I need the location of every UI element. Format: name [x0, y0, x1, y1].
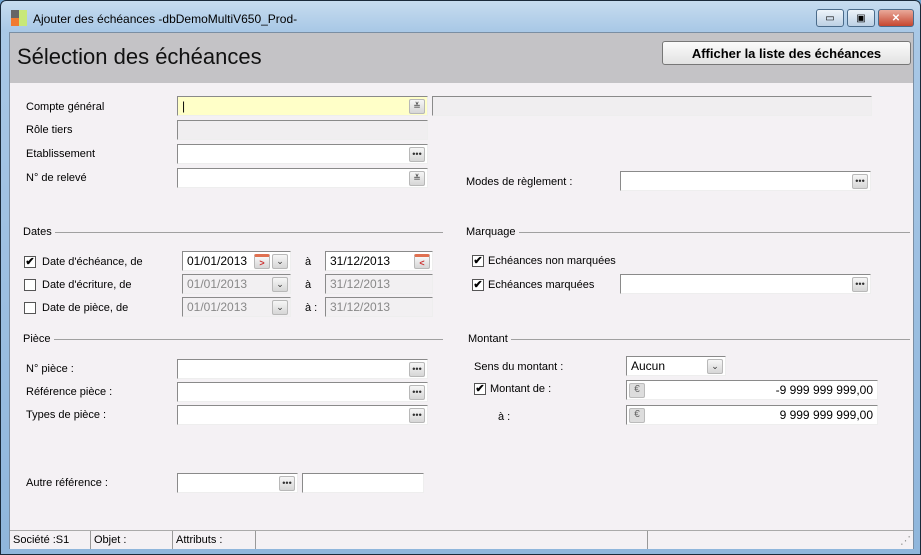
- types-piece-label: Types de pièce :: [26, 409, 107, 421]
- chevron-down-icon: ⌄: [272, 277, 288, 292]
- dates-title: Dates: [23, 226, 52, 238]
- close-button[interactable]: ✕: [878, 9, 914, 27]
- date-piece-from: 01/01/2013 ⌄: [182, 297, 291, 317]
- marquees-label: Echéances marquées: [488, 279, 595, 291]
- calendar-prev-icon[interactable]: <: [414, 254, 430, 269]
- releve-input[interactable]: ≚: [177, 168, 428, 188]
- modes-reglement-label: Modes de règlement :: [466, 176, 573, 188]
- show-list-button[interactable]: Afficher la liste des échéances: [662, 41, 911, 65]
- modes-reglement-input[interactable]: •••: [620, 171, 871, 191]
- euro-icon: €: [629, 383, 645, 398]
- ellipsis-icon[interactable]: •••: [409, 408, 425, 423]
- ellipsis-icon[interactable]: •••: [409, 147, 425, 162]
- compte-general-input[interactable]: | ≚: [177, 96, 428, 116]
- sens-montant-label: Sens du montant :: [474, 361, 564, 373]
- ellipsis-icon[interactable]: •••: [852, 174, 868, 189]
- date-ecriture-checkbox[interactable]: [24, 279, 36, 291]
- sens-value: Aucun: [631, 359, 666, 373]
- double-chevron-icon[interactable]: ≚: [409, 171, 425, 186]
- dates-section: Dates: [23, 226, 443, 238]
- status-bar: Société :S1 Objet : Attributs : ⋰: [10, 530, 913, 549]
- date-ecriture-label: Date d'écriture, de: [42, 279, 132, 291]
- date-echeance-from[interactable]: 01/01/2013 > ⌄: [182, 251, 291, 271]
- sens-montant-select[interactable]: Aucun ⌄: [626, 356, 726, 376]
- montant-de-value: -9 999 999 999,00: [775, 383, 873, 397]
- autre-reference-detail-input[interactable]: [302, 473, 424, 493]
- montant-de-label: Montant de :: [490, 383, 552, 395]
- etablissement-label: Etablissement: [26, 148, 96, 160]
- date-value: 31/12/2013: [330, 254, 391, 268]
- montant-de-input[interactable]: € -9 999 999 999,00: [626, 380, 878, 400]
- app-icon: [11, 10, 27, 26]
- status-attributs: Attributs :: [176, 534, 223, 546]
- window-title: Ajouter des échéances -dbDemoMultiV650_P…: [33, 12, 298, 26]
- montant-title: Montant: [468, 333, 508, 345]
- date-value: 01/01/2013: [187, 277, 248, 291]
- types-piece-input[interactable]: •••: [177, 405, 428, 425]
- numero-piece-label: N° pièce :: [26, 363, 74, 375]
- date-piece-label: Date de pièce, de: [42, 302, 129, 314]
- chevron-down-icon[interactable]: ⌄: [707, 359, 723, 374]
- header-band: Sélection des échéances Afficher la list…: [10, 33, 913, 83]
- ellipsis-icon[interactable]: •••: [409, 385, 425, 400]
- marquees-checkbox[interactable]: ✔: [472, 279, 484, 291]
- date-value: 01/01/2013: [187, 300, 248, 314]
- date-echeance-label: Date d'échéance, de: [42, 256, 143, 268]
- to-label: à :: [305, 302, 318, 314]
- chevron-down-icon[interactable]: ⌄: [272, 254, 288, 269]
- resize-grip-icon[interactable]: ⋰: [900, 534, 911, 547]
- autre-reference-input[interactable]: •••: [177, 473, 298, 493]
- releve-label: N° de relevé: [26, 172, 87, 184]
- marquage-section: Marquage: [466, 226, 910, 238]
- to-label: à: [305, 256, 312, 268]
- reference-piece-label: Référence pièce :: [26, 386, 113, 398]
- ellipsis-icon[interactable]: •••: [409, 362, 425, 377]
- numero-piece-input[interactable]: •••: [177, 359, 428, 379]
- page-title: Sélection des échéances: [17, 44, 262, 69]
- role-tiers-label: Rôle tiers: [26, 124, 73, 136]
- double-chevron-icon[interactable]: ≚: [409, 99, 425, 114]
- calendar-next-icon[interactable]: >: [254, 254, 270, 269]
- date-piece-to: 31/12/2013: [325, 297, 433, 317]
- euro-icon: €: [629, 408, 645, 423]
- minimize-button[interactable]: ▭: [816, 9, 844, 27]
- to-label: à: [305, 279, 312, 291]
- montant-checkbox[interactable]: ✔: [474, 383, 486, 395]
- montant-section: Montant: [468, 333, 910, 345]
- autre-reference-label: Autre référence :: [26, 477, 108, 489]
- non-marquees-label: Echéances non marquées: [488, 255, 616, 267]
- window: Ajouter des échéances -dbDemoMultiV650_P…: [0, 0, 921, 555]
- etablissement-input[interactable]: •••: [177, 144, 428, 164]
- status-objet: Objet :: [94, 534, 127, 546]
- date-ecriture-to: 31/12/2013: [325, 274, 433, 294]
- date-ecriture-from: 01/01/2013 ⌄: [182, 274, 291, 294]
- montant-a-label: à :: [498, 411, 511, 423]
- compte-general-label-field: [432, 96, 872, 116]
- chevron-down-icon: ⌄: [272, 300, 288, 315]
- piece-section: Pièce: [23, 333, 443, 345]
- non-marquees-checkbox[interactable]: ✔: [472, 255, 484, 267]
- marquage-title: Marquage: [466, 226, 516, 238]
- role-tiers-input: [177, 120, 428, 140]
- montant-a-value: 9 999 999 999,00: [779, 408, 873, 422]
- maximize-button[interactable]: ▣: [847, 9, 875, 27]
- ellipsis-icon[interactable]: •••: [852, 277, 868, 292]
- date-piece-checkbox[interactable]: [24, 302, 36, 314]
- client-area: Sélection des échéances Afficher la list…: [9, 32, 914, 549]
- date-value: 01/01/2013: [187, 254, 248, 268]
- status-societe: Société :S1: [13, 534, 70, 546]
- montant-a-input[interactable]: €9 999 999 999,00: [626, 405, 878, 425]
- marquees-input[interactable]: •••: [620, 274, 871, 294]
- ellipsis-icon[interactable]: •••: [279, 476, 295, 491]
- date-echeance-to[interactable]: 31/12/2013 <: [325, 251, 433, 271]
- date-echeance-checkbox[interactable]: ✔: [24, 256, 36, 268]
- reference-piece-input[interactable]: •••: [177, 382, 428, 402]
- compte-general-label: Compte général: [26, 101, 105, 113]
- piece-title: Pièce: [23, 333, 51, 345]
